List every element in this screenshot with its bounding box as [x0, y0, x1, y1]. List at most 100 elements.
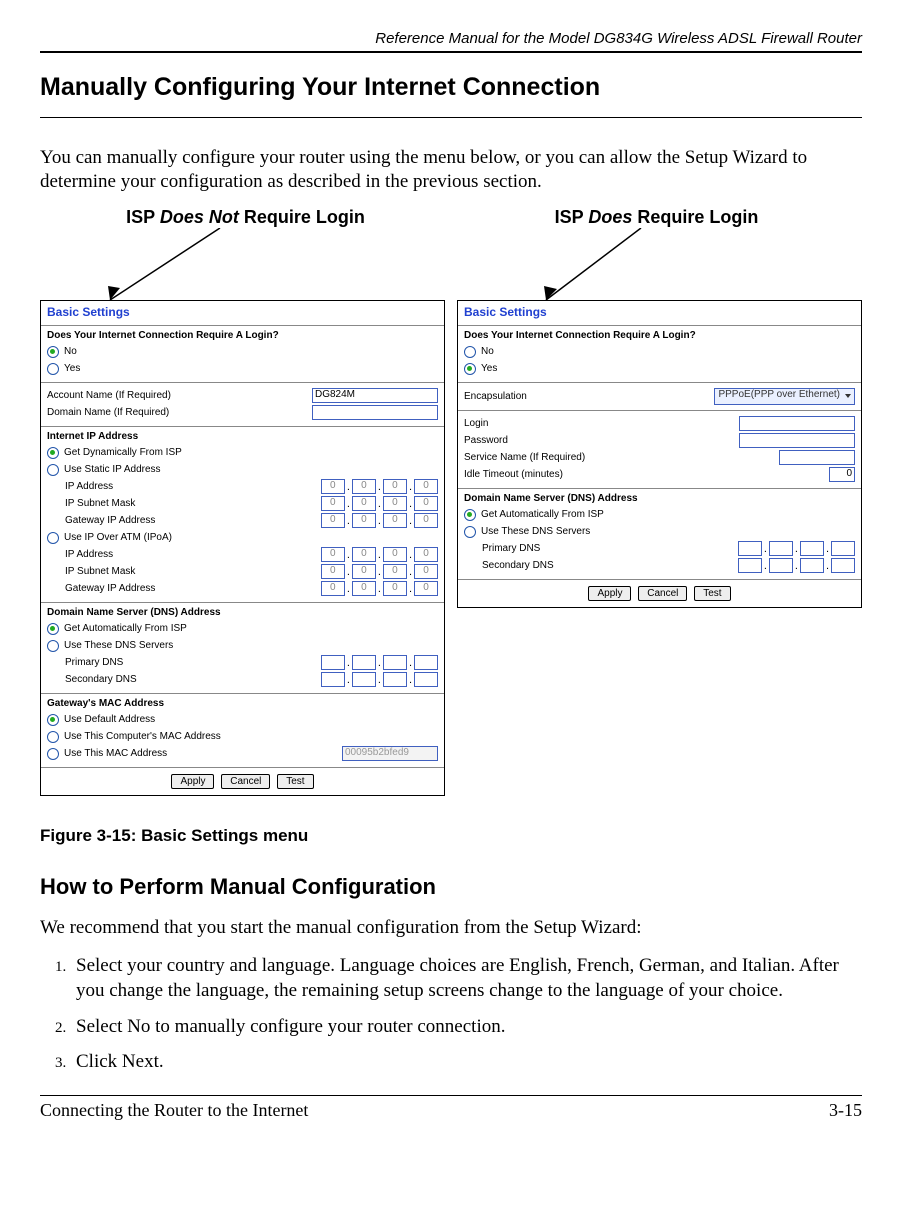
radio-mac-computer[interactable] [47, 731, 59, 743]
heading-rule [40, 117, 862, 118]
atm-ip-input[interactable]: 0.0.0.0 [321, 547, 438, 562]
oct[interactable]: 0 [321, 547, 345, 562]
pri-dns-input-left[interactable]: ... [321, 655, 438, 670]
atm-mask-input[interactable]: 0.0.0.0 [321, 564, 438, 579]
oct[interactable] [414, 655, 438, 670]
radio-mac-this[interactable] [47, 748, 59, 760]
login-question-left: Does Your Internet Connection Require A … [47, 330, 438, 341]
radio-dns-use-right[interactable] [464, 526, 476, 538]
sec-dns-input-left[interactable]: ... [321, 672, 438, 687]
footer-left: Connecting the Router to the Internet [40, 1100, 308, 1121]
label-sec-dns-right: Secondary DNS [482, 560, 738, 571]
oct[interactable] [352, 672, 376, 687]
login-question-right: Does Your Internet Connection Require A … [464, 330, 855, 341]
radio-ip-static[interactable] [47, 464, 59, 476]
radio-dns-auto-left[interactable] [47, 623, 59, 635]
dot-icon: . [826, 543, 829, 555]
domain-name-label: Domain Name (If Required) [47, 407, 312, 418]
oct[interactable] [769, 541, 793, 556]
oct[interactable]: 0 [352, 547, 376, 562]
atm-gw-input[interactable]: 0.0.0.0 [321, 581, 438, 596]
oct[interactable] [383, 672, 407, 687]
oct[interactable] [738, 558, 762, 573]
domain-name-input[interactable] [312, 405, 438, 420]
oct[interactable]: 0 [321, 564, 345, 579]
oct[interactable]: 0 [383, 581, 407, 596]
panel-no-login: Basic Settings Does Your Internet Connec… [40, 300, 445, 796]
dot-icon: . [826, 560, 829, 572]
pri-dns-input-right[interactable]: ... [738, 541, 855, 556]
oct[interactable]: 0 [321, 513, 345, 528]
radio-dns-use-left[interactable] [47, 640, 59, 652]
login-fields-section: Login Password Service Name (If Required… [458, 411, 861, 489]
sec-dns-input-right[interactable]: ... [738, 558, 855, 573]
oct[interactable] [769, 558, 793, 573]
oct[interactable] [831, 558, 855, 573]
encap-label: Encapsulation [464, 391, 714, 402]
radio-no-right[interactable] [464, 346, 476, 358]
oct[interactable] [321, 655, 345, 670]
encap-select[interactable]: PPPoE(PPP over Ethernet) [714, 388, 855, 405]
oct[interactable]: 0 [321, 496, 345, 511]
oct[interactable]: 0 [414, 496, 438, 511]
oct[interactable] [414, 672, 438, 687]
oct[interactable]: 0 [414, 581, 438, 596]
radio-mac-default[interactable] [47, 714, 59, 726]
oct[interactable]: 0 [383, 564, 407, 579]
label-dns-use-right: Use These DNS Servers [481, 526, 590, 537]
label-static-ip: IP Address [65, 481, 321, 492]
radio-ip-atm[interactable] [47, 532, 59, 544]
oct[interactable] [352, 655, 376, 670]
login-question-section-left: Does Your Internet Connection Require A … [41, 326, 444, 383]
oct[interactable] [800, 558, 824, 573]
buttons-right: Apply Cancel Test [458, 580, 861, 607]
oct[interactable]: 0 [321, 581, 345, 596]
oct[interactable]: 0 [352, 496, 376, 511]
oct[interactable]: 0 [321, 479, 345, 494]
service-input[interactable] [779, 450, 855, 465]
cancel-button-right[interactable]: Cancel [638, 586, 687, 601]
oct[interactable]: 0 [414, 564, 438, 579]
oct[interactable]: 0 [414, 547, 438, 562]
oct[interactable]: 0 [383, 547, 407, 562]
oct[interactable]: 0 [383, 513, 407, 528]
radio-dns-auto-right[interactable] [464, 509, 476, 521]
header-rule [40, 51, 862, 53]
oct[interactable] [831, 541, 855, 556]
static-ip-input[interactable]: 0.0.0.0 [321, 479, 438, 494]
oct[interactable]: 0 [352, 581, 376, 596]
cancel-button-left[interactable]: Cancel [221, 774, 270, 789]
radio-ip-dyn[interactable] [47, 447, 59, 459]
oct[interactable]: 0 [414, 513, 438, 528]
radio-no-left[interactable] [47, 346, 59, 358]
apply-button-left[interactable]: Apply [171, 774, 214, 789]
panel-yes-login: Basic Settings Does Your Internet Connec… [457, 300, 862, 608]
test-button-right[interactable]: Test [694, 586, 730, 601]
oct[interactable] [383, 655, 407, 670]
oct[interactable]: 0 [383, 496, 407, 511]
oct[interactable] [800, 541, 824, 556]
oct[interactable]: 0 [383, 479, 407, 494]
oct[interactable] [738, 541, 762, 556]
static-mask-input[interactable]: 0.0.0.0 [321, 496, 438, 511]
radio-yes-left[interactable] [47, 363, 59, 375]
account-name-input[interactable]: DG824M [312, 388, 438, 403]
dot-icon: . [347, 549, 350, 561]
oct[interactable]: 0 [352, 564, 376, 579]
apply-button-right[interactable]: Apply [588, 586, 631, 601]
radio-yes-right[interactable] [464, 363, 476, 375]
oct[interactable]: 0 [414, 479, 438, 494]
dot-icon: . [347, 515, 350, 527]
login-input[interactable] [739, 416, 855, 431]
mac-input[interactable]: 00095b2bfed9 [342, 746, 438, 761]
h2-intro: We recommend that you start the manual c… [40, 916, 862, 941]
oct[interactable] [321, 672, 345, 687]
idle-input[interactable]: 0 [829, 467, 855, 482]
oct[interactable]: 0 [352, 513, 376, 528]
password-input[interactable] [739, 433, 855, 448]
idle-label: Idle Timeout (minutes) [464, 469, 829, 480]
oct[interactable]: 0 [352, 479, 376, 494]
static-gw-input[interactable]: 0.0.0.0 [321, 513, 438, 528]
label-atm-ip: IP Address [65, 549, 321, 560]
test-button-left[interactable]: Test [277, 774, 313, 789]
